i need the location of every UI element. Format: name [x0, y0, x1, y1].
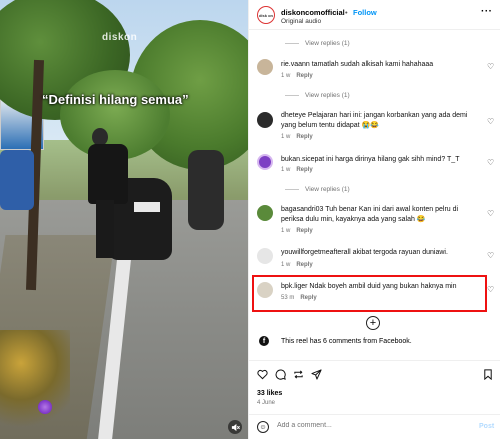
reply-button[interactable]: Reply — [296, 262, 312, 268]
comment-meta: 1 w Reply — [281, 167, 313, 173]
replies-dash — [285, 95, 299, 96]
heart-icon[interactable]: ♡ — [487, 251, 494, 260]
heart-icon[interactable]: ♡ — [487, 158, 494, 167]
commenter-avatar[interactable] — [257, 248, 273, 264]
facebook-comments-note: f This reel has 6 comments from Facebook… — [259, 336, 412, 346]
load-more-comments-button[interactable]: + — [366, 316, 380, 330]
video-rider — [188, 150, 224, 230]
view-replies-button[interactable]: View replies (1) — [285, 40, 350, 47]
account-name[interactable]: diskoncomofficial — [281, 8, 345, 17]
heart-icon[interactable] — [257, 369, 268, 383]
heart-icon[interactable]: ♡ — [487, 209, 494, 218]
view-replies-button[interactable]: View replies (1) — [285, 92, 350, 99]
comment-composer: ☺ Post — [249, 414, 500, 439]
video-caption: “Definisi hilang semua” — [42, 92, 189, 107]
comment-time: 1 w — [281, 73, 291, 79]
comment-text: dheteye Pelajaran hari ini: jangan korba… — [281, 112, 468, 129]
replies-dash — [285, 43, 299, 44]
video-watermark: diskon — [102, 32, 138, 43]
comment-time: 1 w — [281, 134, 291, 140]
comment-text: rie.vaann tamatlah sudah alkisah kami ha… — [281, 61, 434, 68]
speaker-muted-icon[interactable] — [228, 420, 242, 434]
emoji-icon[interactable]: ☺ — [257, 421, 269, 433]
more-horizontal-icon[interactable]: ··· — [481, 6, 493, 17]
comment-meta: 1 w Reply — [281, 228, 313, 234]
facebook-icon: f — [259, 336, 269, 346]
post-actions: 33 likes 4 June ☺ Post — [249, 360, 500, 439]
facebook-comments-text: This reel has 6 comments from Facebook. — [281, 337, 412, 345]
commenter-avatar[interactable] — [257, 154, 273, 170]
comment-icon[interactable] — [275, 369, 286, 383]
reply-button[interactable]: Reply — [296, 73, 312, 79]
reply-button[interactable]: Reply — [296, 134, 312, 140]
account-avatar[interactable]: disk on — [257, 6, 275, 24]
share-icon[interactable] — [311, 369, 322, 383]
heart-icon[interactable]: ♡ — [487, 285, 494, 294]
heart-icon[interactable]: ♡ — [487, 117, 494, 126]
comment-time: 1 w — [281, 228, 291, 234]
audio-link[interactable]: Original audio — [281, 18, 321, 25]
comment-text: bagasandri03 Tuh benar Kan ini dari awal… — [281, 206, 459, 223]
reply-button[interactable]: Reply — [296, 228, 312, 234]
sticker-icon — [38, 400, 52, 414]
comment-meta: 1 w Reply — [281, 73, 313, 79]
post-header: disk on diskoncomofficial • Follow Origi… — [249, 0, 500, 30]
view-replies-label: View replies (1) — [305, 92, 350, 99]
view-replies-label: View replies (1) — [305, 40, 350, 47]
video-plate — [134, 202, 160, 212]
video-car — [0, 150, 34, 210]
view-replies-button[interactable]: View replies (1) — [285, 186, 350, 193]
view-replies-label: View replies (1) — [305, 186, 350, 193]
follow-button[interactable]: Follow — [353, 8, 377, 17]
comment-meta: 1 w Reply — [281, 262, 313, 268]
replies-dash — [285, 189, 299, 190]
comment-text: youwillforgetmeafterall akibat tergoda r… — [281, 249, 448, 256]
video-person-body — [88, 144, 128, 204]
repost-icon[interactable] — [293, 369, 304, 383]
video-leaves — [0, 330, 70, 439]
video-person-legs — [96, 200, 114, 258]
commenter-avatar[interactable] — [257, 112, 273, 128]
heart-icon[interactable]: ♡ — [487, 62, 494, 71]
commenter-avatar[interactable] — [257, 205, 273, 221]
commenter-avatar[interactable] — [257, 59, 273, 75]
bookmark-icon[interactable] — [483, 369, 493, 383]
reel-video[interactable]: diskon “Definisi hilang semua” — [0, 0, 248, 439]
video-person — [88, 128, 134, 258]
comment-meta: 1 w Reply — [281, 134, 313, 140]
likes-count[interactable]: 33 likes — [257, 390, 282, 397]
highlight-box — [252, 275, 487, 312]
post-date: 4 June — [257, 400, 276, 406]
post-button[interactable]: Post — [479, 423, 494, 430]
comments-panel: disk on diskoncomofficial • Follow Origi… — [248, 0, 500, 439]
reply-button[interactable]: Reply — [296, 167, 312, 173]
comment-text: bukan.sicepat ini harga dirinya hilang g… — [281, 156, 460, 163]
comment-input[interactable] — [277, 422, 457, 429]
header-separator: • — [345, 8, 348, 17]
comment-time: 1 w — [281, 167, 291, 173]
comment-time: 1 w — [281, 262, 291, 268]
